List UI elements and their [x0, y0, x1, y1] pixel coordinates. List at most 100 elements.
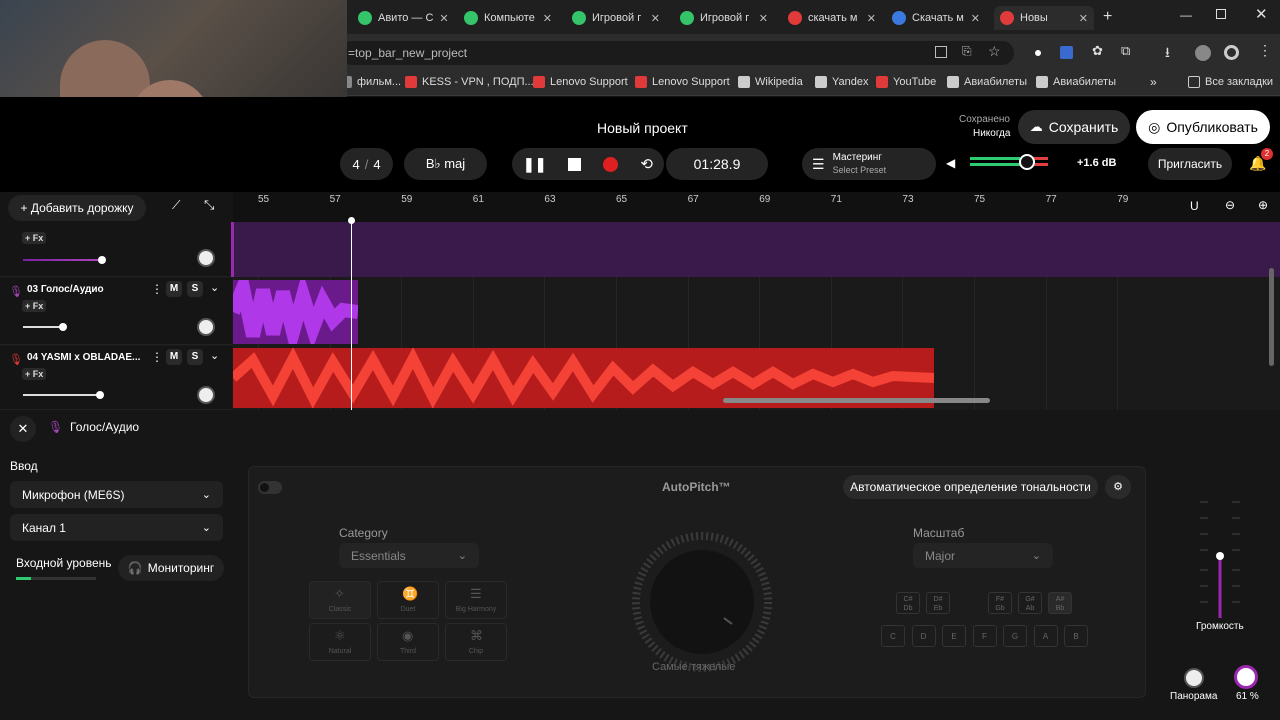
bookmark-item[interactable]: Lenovo Support — [635, 76, 730, 88]
speaker-icon[interactable]: ◀ — [946, 156, 955, 170]
track-name[interactable]: 04 YASMI x OBLADAE... — [27, 352, 140, 363]
chrome-icon[interactable] — [1224, 45, 1239, 60]
preset-button[interactable]: ♊ Duet — [377, 581, 439, 619]
browser-tab[interactable]: Игровой г ✕ — [674, 6, 774, 30]
track-header[interactable]: 🎙 04 YASMI x OBLADAE... ⋮ M S ⌄ + Fx — [0, 346, 232, 410]
key-selector[interactable]: B♭ maj — [404, 148, 487, 180]
chevron-down-icon[interactable]: ⌄ — [210, 281, 219, 294]
settings-sliders-icon[interactable]: ⚙ — [1105, 475, 1131, 499]
save-button[interactable]: ☁ Сохранить — [1018, 110, 1130, 144]
scale-select[interactable]: Major ⌄ — [913, 543, 1053, 568]
new-tab-button[interactable]: + — [1103, 8, 1112, 26]
volume-fader[interactable] — [1198, 500, 1242, 618]
close-window-button[interactable]: ✕ — [1255, 5, 1268, 23]
playhead[interactable] — [351, 218, 352, 410]
loop-icon[interactable]: ⟲ — [640, 155, 653, 173]
minimize-button[interactable]: — — [1180, 8, 1192, 22]
extension-dot-icon[interactable] — [1035, 50, 1041, 56]
address-bar[interactable]: =top_bar_new_project — [340, 41, 1014, 65]
invite-button[interactable]: Пригласить — [1148, 148, 1232, 180]
natural-key-button[interactable]: B — [1064, 625, 1088, 647]
bookmark-item[interactable]: Авиабилеты — [947, 76, 1027, 88]
menu-icon[interactable]: ⋮ — [1258, 42, 1272, 59]
autopitch-toggle[interactable] — [258, 481, 282, 494]
collapse-icon[interactable]: ⤡ — [204, 197, 214, 213]
chevron-down-icon[interactable]: ⌄ — [210, 349, 219, 362]
sharp-key-button[interactable]: F# Gb — [988, 592, 1012, 614]
solo-button[interactable]: S — [187, 281, 203, 297]
bookmark-item[interactable]: Авиабилеты — [1036, 76, 1116, 88]
extension-icon[interactable]: ✿ — [1092, 43, 1103, 59]
sharp-key-button[interactable]: G# Ab — [1018, 592, 1042, 614]
pan-knob[interactable] — [197, 318, 215, 336]
track-header[interactable]: + Fx — [0, 222, 232, 277]
slider-handle[interactable] — [59, 323, 67, 331]
bookmark-item[interactable]: Lenovo Support — [533, 76, 628, 88]
install-icon[interactable]: ⎘ — [962, 44, 972, 59]
add-track-button[interactable]: + Добавить дорожку — [8, 195, 146, 221]
natural-key-button[interactable]: E — [942, 625, 966, 647]
puzzle-icon[interactable]: ⧉ — [1121, 43, 1130, 59]
maximize-button[interactable] — [1216, 9, 1226, 19]
star-icon[interactable]: ☆ — [988, 43, 1001, 60]
sharp-key-button[interactable]: C# Db — [896, 592, 920, 614]
solo-button[interactable]: S — [187, 349, 203, 365]
mic-select[interactable]: Микрофон (ME6S) ⌄ — [10, 481, 223, 508]
track-volume-slider[interactable] — [23, 259, 103, 261]
playhead-handle[interactable] — [348, 217, 355, 224]
preset-button[interactable]: ☰ Big Harmony — [445, 581, 507, 619]
magnet-icon[interactable]: U — [1190, 199, 1199, 213]
mute-button[interactable]: M — [166, 281, 182, 297]
fx-button[interactable]: + Fx — [22, 232, 47, 244]
bookmark-item[interactable]: фильм... — [340, 76, 401, 88]
browser-tab[interactable]: Скачать м ✕ — [886, 6, 986, 30]
record-icon[interactable] — [603, 156, 619, 172]
auto-key-detect-button[interactable]: Автоматическое определение тональности — [843, 475, 1098, 499]
natural-key-button[interactable]: C — [881, 625, 905, 647]
all-bookmarks[interactable]: Все закладки — [1188, 76, 1273, 88]
bookmarks-overflow-icon[interactable]: » — [1150, 75, 1157, 89]
slider-handle[interactable] — [96, 391, 104, 399]
browser-tab[interactable]: скачать м ✕ — [782, 6, 882, 30]
sharp-key-button[interactable]: A# Bb — [1048, 592, 1072, 614]
natural-key-button[interactable]: D — [911, 625, 936, 647]
monitoring-button[interactable]: 🎧 Мониторинг — [118, 555, 224, 581]
bookmark-item[interactable]: KESS - VPN , ПОДП... — [405, 76, 534, 88]
close-panel-button[interactable]: ✕ — [10, 416, 36, 442]
bookmark-item[interactable]: Yandex — [815, 76, 869, 88]
track-name[interactable]: 03 Голос/Аудио — [27, 284, 104, 295]
natural-key-button[interactable]: A — [1033, 625, 1058, 647]
audio-clip[interactable] — [233, 280, 358, 344]
stop-icon[interactable] — [568, 157, 582, 171]
zoom-in-icon[interactable]: ⊕ — [1258, 198, 1268, 212]
mastering-button[interactable]: ☰ Мастеринг Select Preset — [802, 148, 936, 180]
close-tab-icon[interactable]: ✕ — [1079, 12, 1088, 25]
natural-key-button[interactable]: G — [1003, 625, 1027, 647]
pan-knob[interactable] — [1184, 668, 1204, 688]
pitch-knob[interactable] — [632, 532, 772, 672]
fx-button[interactable]: + Fx — [22, 368, 47, 380]
browser-tab[interactable]: Компьюте ✕ — [458, 6, 558, 30]
pause-icon[interactable]: ❚❚ — [523, 156, 546, 173]
audio-clip[interactable] — [233, 222, 1280, 277]
close-tab-icon[interactable]: ✕ — [867, 12, 876, 25]
track-menu-icon[interactable]: ⋮ — [151, 350, 163, 364]
bookmark-item[interactable]: YouTube — [876, 76, 936, 88]
extension-grid-icon[interactable] — [1060, 46, 1073, 59]
channel-select[interactable]: Канал 1 ⌄ — [10, 514, 223, 541]
publish-button[interactable]: ◎ Опубликовать — [1136, 110, 1270, 144]
sharp-key-button[interactable]: D# Eb — [926, 592, 950, 614]
pan-knob[interactable] — [197, 386, 215, 404]
track-volume-slider[interactable] — [23, 394, 103, 396]
browser-tab[interactable]: Новы ✕ — [994, 6, 1094, 30]
percent-knob[interactable] — [1234, 665, 1258, 689]
track-volume-slider[interactable] — [23, 326, 63, 328]
vertical-scrollbar[interactable] — [1269, 268, 1274, 366]
track-menu-icon[interactable]: ⋮ — [151, 282, 163, 296]
preset-button[interactable]: ⌘ Chip — [445, 623, 507, 661]
mute-button[interactable]: M — [166, 349, 182, 365]
close-tab-icon[interactable]: ✕ — [971, 12, 980, 25]
pan-knob[interactable] — [197, 249, 215, 267]
automation-icon[interactable]: ⟋ — [172, 198, 180, 213]
browser-tab[interactable]: Авито — С ✕ — [352, 6, 452, 30]
